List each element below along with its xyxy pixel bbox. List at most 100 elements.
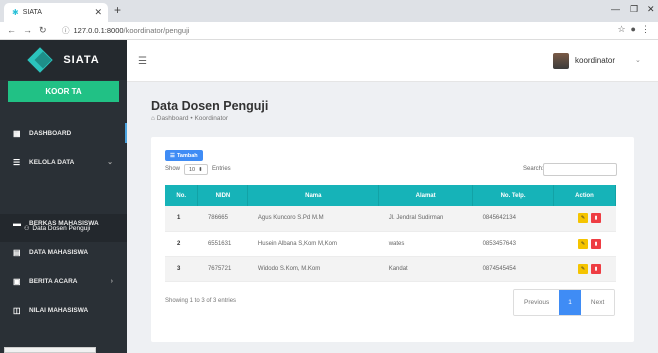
edit-icon[interactable]: ✎ — [578, 238, 588, 249]
reload-icon[interactable]: ↻ — [39, 25, 47, 36]
maximize-icon[interactable]: ❐ — [630, 4, 638, 15]
forward-icon[interactable]: → — [23, 25, 32, 35]
url-host: 127.0.0.1:8000 — [73, 26, 124, 35]
folder-icon: ▬ — [13, 218, 21, 228]
page-1-button[interactable]: 1 — [559, 290, 581, 315]
sidebar-item-nilai-mahasiswa[interactable]: ◫ NILAI MAHASISWA — [0, 300, 127, 320]
cell-nidn: 6551631 — [197, 231, 248, 257]
menu-dots-icon[interactable]: ⋮ — [641, 24, 650, 34]
col-header-nidn[interactable]: NIDN — [197, 185, 249, 206]
sidebar-item-kelola-data[interactable]: ☰ KELOLA DATA ⌄ — [0, 152, 127, 172]
minimize-icon[interactable]: — — [611, 4, 620, 14]
avatar[interactable] — [553, 53, 569, 69]
col-header-action: Action — [553, 185, 616, 206]
file-icon: ▤ — [13, 247, 21, 257]
home-icon: ⌂ — [151, 115, 155, 122]
cell-telp: 0853457643 — [472, 231, 554, 257]
bookmark-star-icon[interactable]: ☆ — [617, 24, 625, 34]
col-header-telp[interactable]: No. Telp. — [472, 185, 554, 206]
entries-select-value: 10 — [189, 166, 196, 173]
address-icons: ☆ ● ⋮ — [617, 24, 650, 35]
new-tab-icon[interactable]: + — [114, 3, 121, 17]
chevron-right-icon: › — [110, 277, 113, 285]
sidebar: SIATA KOOR TA ▦ DASHBOARD ☰ KELOLA DATA … — [0, 40, 127, 353]
table-row: 3 7675721 Widodo S.Kom, M.Kom Kandat 087… — [165, 256, 616, 282]
col-header-nama[interactable]: Nama — [247, 185, 380, 206]
show-label: Show — [165, 166, 181, 172]
calendar-icon: ▣ — [13, 276, 21, 286]
pagination: Previous 1 Next — [513, 289, 616, 316]
cell-no: 3 — [165, 256, 198, 282]
edit-icon[interactable]: ✎ — [578, 263, 588, 274]
table-row: 2 6551631 Husein Albana S,Kom M,Kom wate… — [165, 231, 616, 257]
showing-info: Showing 1 to 3 of 3 entries — [165, 298, 237, 304]
delete-icon[interactable]: ▮ — [591, 238, 601, 249]
col-header-no[interactable]: No. — [165, 185, 199, 206]
sidebar-item-label: KELOLA DATA — [29, 158, 75, 166]
table-header-row: No. NIDN Nama Alamat No. Telp. Action — [165, 185, 616, 206]
cell-alamat: Jl. Jendral Sudirman — [378, 206, 473, 232]
hamburger-menu-icon[interactable]: ☰ — [138, 56, 147, 67]
breadcrumb-separator: • — [190, 115, 193, 122]
sidebar-item-label: DATA MAHASISWA — [29, 248, 89, 256]
add-button-label: Tambah — [176, 152, 198, 159]
back-icon[interactable]: ← — [7, 25, 16, 35]
cell-telp: 0874545454 — [472, 256, 554, 282]
chart-icon: ◫ — [13, 305, 21, 315]
browser-tab-bar: ✱ SIATA ✕ + — ❐ ✕ — [0, 0, 658, 22]
delete-icon[interactable]: ▮ — [591, 263, 601, 274]
data-table: No. NIDN Nama Alamat No. Telp. Action 1 … — [165, 185, 616, 282]
sidebar-item-label: DASHBOARD — [29, 129, 72, 137]
cell-nama: Husein Albana S,Kom M,Kom — [247, 231, 379, 257]
logo-icon — [27, 47, 59, 73]
cell-nama: Agus Kuncoro S.Pd M.M — [247, 206, 379, 232]
sidebar-item-label: BERITA ACARA — [29, 277, 78, 285]
user-name[interactable]: koordinator — [575, 56, 615, 65]
previous-button[interactable]: Previous — [514, 290, 560, 315]
sidebar-item-label: NILAI MAHASISWA — [29, 306, 89, 314]
brand[interactable]: SIATA — [0, 40, 127, 80]
data-card: ☰ Tambah Show 10 ⬍ Entries Search: No. N… — [151, 137, 634, 342]
sidebar-item-berita-acara[interactable]: ▣ BERITA ACARA › — [0, 271, 127, 291]
list-icon: ☰ — [170, 152, 175, 159]
sidebar-item-dashboard[interactable]: ▦ DASHBOARD — [0, 123, 127, 143]
sidebar-item-label: BERKAS MAHASISWA — [29, 219, 99, 227]
cell-nidn: 7675721 — [197, 256, 248, 282]
breadcrumb: ⌂ Dashboard • Koordinator — [151, 115, 228, 122]
database-icon: ☰ — [13, 157, 21, 167]
cell-action: ✎ ▮ — [553, 206, 616, 232]
chevron-down-icon[interactable]: ⌄ — [635, 56, 641, 64]
col-header-alamat[interactable]: Alamat — [378, 185, 474, 206]
add-button[interactable]: ☰ Tambah — [165, 150, 203, 161]
profile-icon[interactable]: ● — [631, 24, 636, 34]
sidebar-item-data-mahasiswa[interactable]: ▤ DATA MAHASISWA — [0, 242, 127, 262]
breadcrumb-home[interactable]: Dashboard — [157, 115, 189, 122]
search-input[interactable] — [543, 163, 617, 176]
role-badge: KOOR TA — [8, 81, 119, 102]
tab-close-icon[interactable]: ✕ — [94, 7, 102, 18]
url-field[interactable]: ⓘ 127.0.0.1:8000/koordinator/penguji — [62, 25, 189, 36]
next-button[interactable]: Next — [580, 290, 615, 315]
entries-label: Entries — [212, 166, 231, 172]
entries-select[interactable]: 10 ⬍ — [184, 164, 208, 175]
dashboard-icon: ▦ — [13, 128, 21, 138]
cell-action: ✎ ▮ — [553, 231, 616, 257]
close-window-icon[interactable]: ✕ — [647, 4, 655, 15]
cell-no: 2 — [165, 231, 198, 257]
browser-tab[interactable]: ✱ SIATA ✕ — [4, 3, 108, 22]
cell-telp: 0845642134 — [472, 206, 554, 232]
delete-icon[interactable]: ▮ — [591, 213, 601, 224]
tab-title: SIATA — [22, 9, 42, 16]
cell-nidn: 786665 — [197, 206, 248, 232]
cell-alamat: wates — [378, 231, 473, 257]
status-bar — [4, 347, 96, 353]
search-label: Search: — [523, 166, 544, 172]
chevron-down-icon: ⌄ — [107, 159, 113, 166]
cell-no: 1 — [165, 206, 198, 232]
sidebar-item-berkas-mahasiswa[interactable]: ▬ BERKAS MAHASISWA — [0, 213, 127, 233]
cell-alamat: Kandat — [378, 256, 473, 282]
edit-icon[interactable]: ✎ — [578, 213, 588, 224]
select-arrows-icon: ⬍ — [198, 166, 203, 173]
main-content: Data Dosen Penguji ⌂ Dashboard • Koordin… — [127, 82, 658, 353]
table-row: 1 786665 Agus Kuncoro S.Pd M.M Jl. Jendr… — [165, 206, 616, 232]
